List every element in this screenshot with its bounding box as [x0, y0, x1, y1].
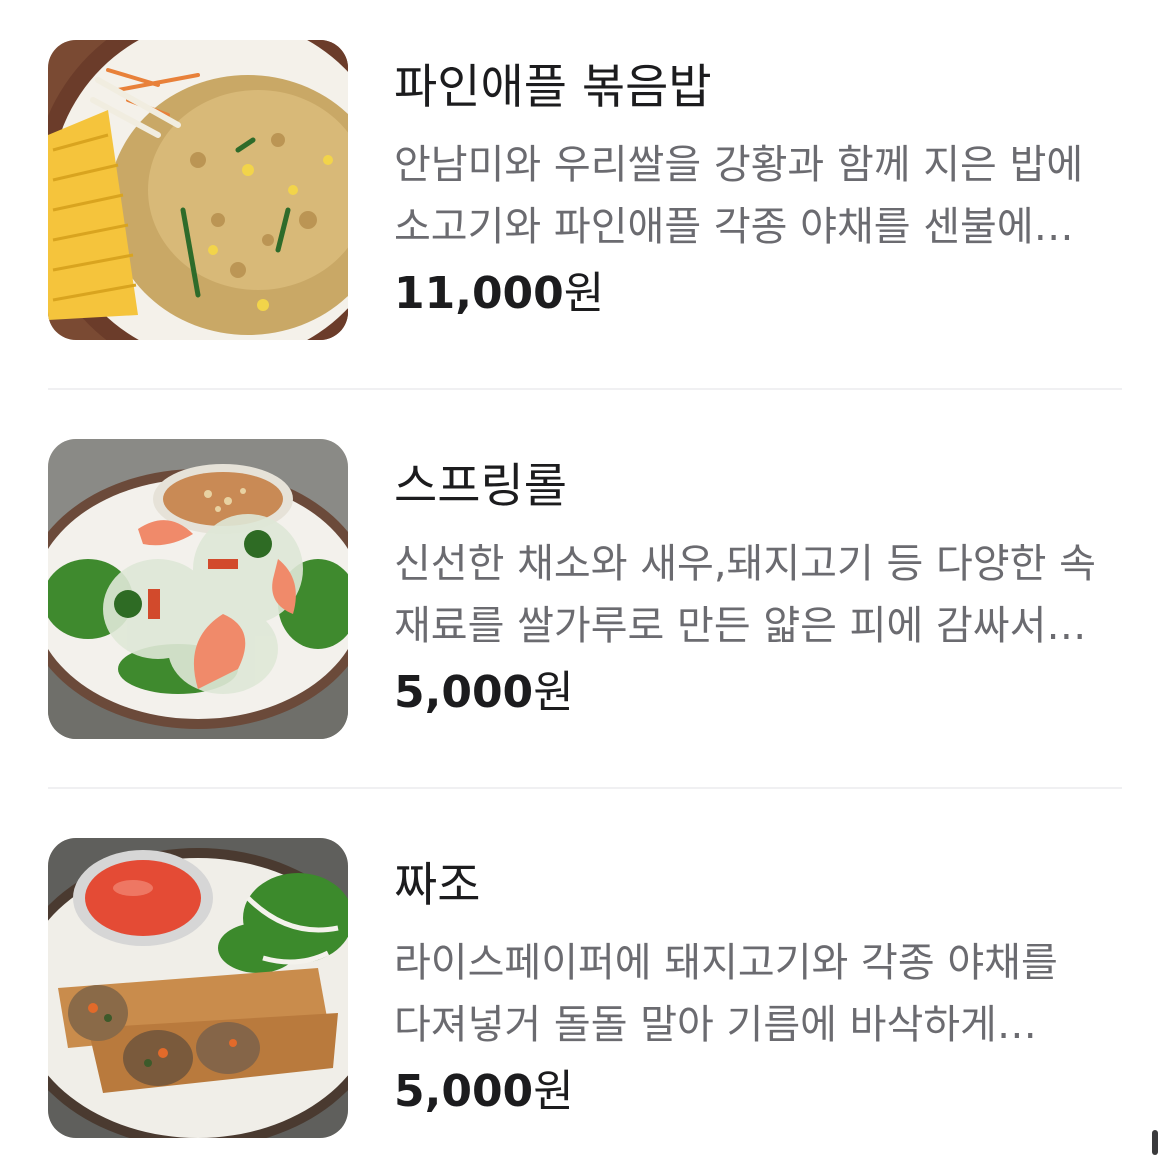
price-currency: 원 [563, 268, 605, 319]
menu-list: 파인애플 볶음밥 안남미와 우리쌀을 강황과 함께 지은 밥에 소고기와 파인애… [0, 0, 1170, 1155]
menu-item-price: 11,000원 [394, 266, 604, 322]
price-value: 5,000 [394, 667, 534, 718]
menu-item-description: 라이스페이퍼에 돼지고기와 각종 야채를 다져넣거 돌돌 말아 기름에 바삭하게… [394, 940, 1058, 1048]
menu-item-image [48, 838, 348, 1138]
menu-item-image [48, 439, 348, 739]
menu-item-image [48, 40, 348, 340]
divider [48, 787, 1122, 789]
menu-item-name: 파인애플 볶음밥 [394, 60, 712, 115]
scrollbar[interactable] [1152, 1130, 1158, 1155]
menu-item-pineapple-fried-rice[interactable]: 파인애플 볶음밥 안남미와 우리쌀을 강황과 함께 지은 밥에 소고기와 파인애… [48, 40, 1122, 340]
price-value: 11,000 [394, 268, 564, 319]
spring-roll-photo [48, 439, 348, 739]
menu-item-cha-gio[interactable]: 짜조 라이스페이퍼에 돼지고기와 각종 야채를 다져넣거 돌돌 말아 기름에 바… [48, 838, 1122, 1138]
menu-item-name: 스프링롤 [394, 459, 567, 514]
menu-item-spring-roll[interactable]: 스프링롤 신선한 채소와 새우,돼지고기 등 다양한 속 재료를 쌀가루로 만든… [48, 439, 1122, 739]
menu-item-description: 안남미와 우리쌀을 강황과 함께 지은 밥에 소고기와 파인애플 각종 야채를 … [394, 142, 1084, 250]
price-value: 5,000 [394, 1066, 534, 1117]
price-currency: 원 [533, 1066, 574, 1117]
menu-item-name: 짜조 [394, 858, 481, 913]
menu-item-description: 신선한 채소와 새우,돼지고기 등 다양한 속 재료를 쌀가루로 만든 얇은 피… [394, 541, 1096, 649]
menu-item-price: 5,000원 [394, 665, 574, 721]
price-currency: 원 [533, 667, 574, 718]
fried-spring-roll-photo [48, 838, 348, 1138]
menu-item-price: 5,000원 [394, 1064, 574, 1120]
pineapple-fried-rice-photo [48, 40, 348, 340]
divider [48, 388, 1122, 390]
